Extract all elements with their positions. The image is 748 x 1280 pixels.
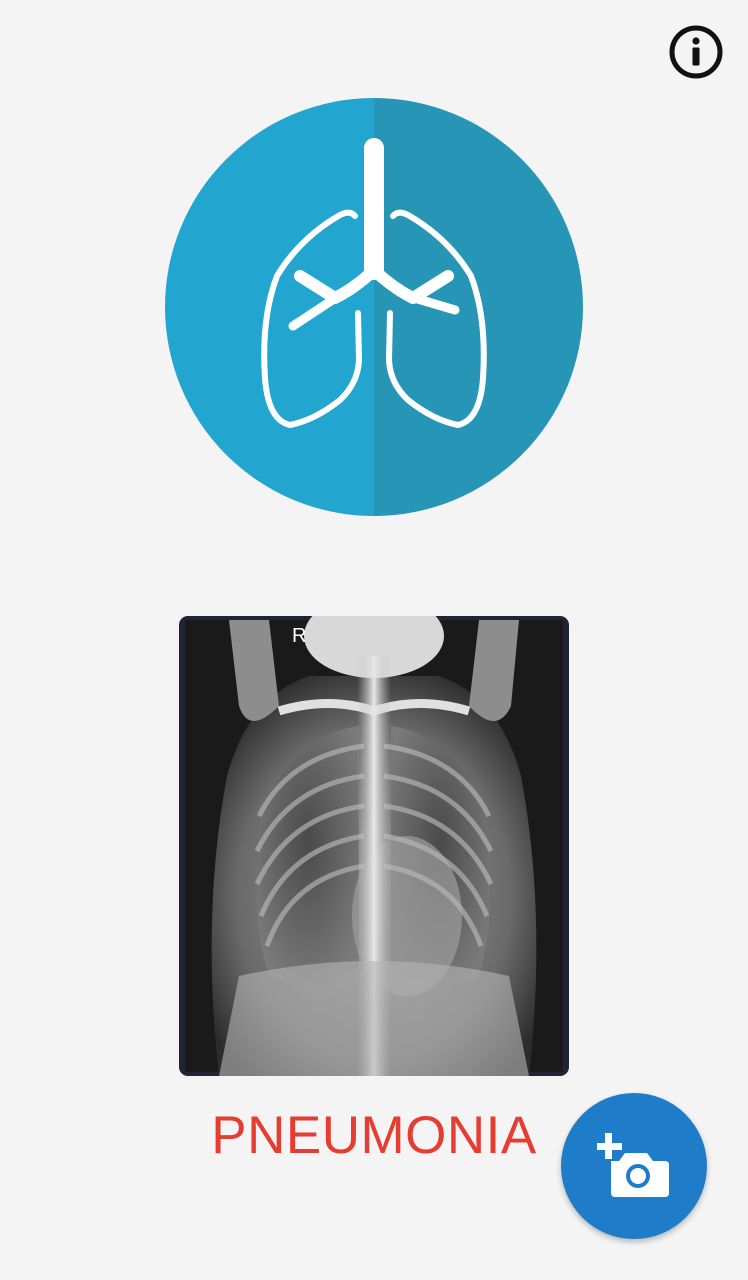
xray-image: R [179,616,569,1076]
add-camera-icon [597,1133,669,1197]
chest-xray-picture: R [185,616,563,1076]
app-logo [165,98,583,516]
xray-marker: R [292,625,306,647]
result-label: PNEUMONIA [211,1106,537,1165]
add-photo-button[interactable] [561,1093,707,1239]
main-screen: R PNEUMONIA [0,0,748,1280]
info-button[interactable] [668,24,724,80]
info-icon [669,25,723,79]
lungs-icon [165,98,583,516]
